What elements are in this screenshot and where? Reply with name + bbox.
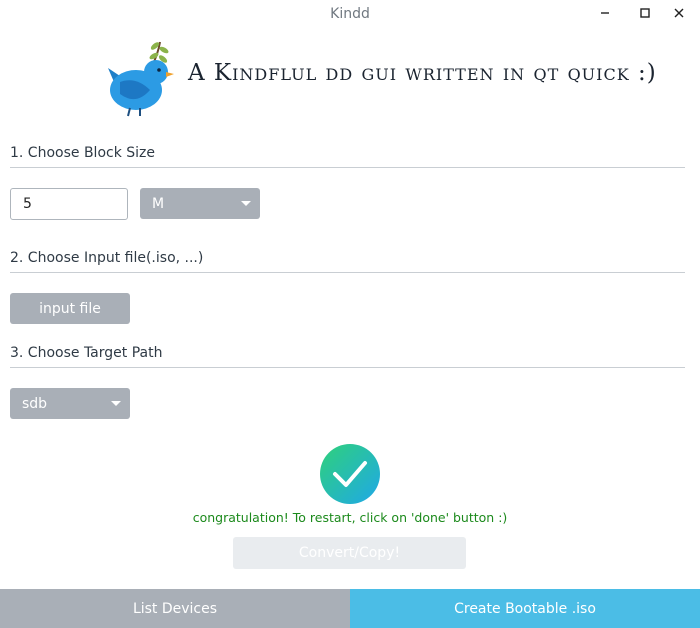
- status-message: congratulation! To restart, click on 'do…: [192, 510, 508, 525]
- app-tagline: A Kindflul dd gui written in qt quick :): [188, 60, 657, 86]
- title-bar: Kindd: [0, 0, 700, 28]
- divider: [10, 167, 685, 168]
- maximize-button[interactable]: [632, 2, 658, 24]
- block-size-input[interactable]: 5: [10, 188, 128, 220]
- check-circle-icon: [320, 444, 380, 504]
- close-icon: [674, 8, 684, 18]
- target-path-heading: 3. Choose Target Path: [10, 345, 163, 361]
- target-path-value: sdb: [22, 395, 48, 412]
- input-file-heading: 2. Choose Input file(.iso, ...): [10, 250, 204, 266]
- chevron-down-icon: [241, 201, 251, 206]
- list-devices-button[interactable]: List Devices: [0, 589, 350, 628]
- target-path-select[interactable]: sdb: [10, 388, 130, 419]
- bird-with-olive-branch-icon: [108, 41, 174, 117]
- block-unit-select[interactable]: M: [140, 188, 260, 219]
- convert-copy-button[interactable]: Convert/Copy!: [233, 537, 466, 569]
- create-bootable-iso-button[interactable]: Create Bootable .iso: [350, 589, 700, 628]
- block-unit-value: M: [152, 195, 165, 212]
- divider: [10, 367, 685, 368]
- divider: [10, 272, 685, 273]
- minimize-icon: [601, 12, 609, 14]
- maximize-icon: [640, 8, 650, 18]
- chevron-down-icon: [111, 401, 121, 406]
- minimize-button[interactable]: [592, 2, 618, 24]
- block-size-heading: 1. Choose Block Size: [10, 145, 155, 161]
- close-button[interactable]: [666, 2, 692, 24]
- input-file-button[interactable]: input file: [10, 293, 130, 324]
